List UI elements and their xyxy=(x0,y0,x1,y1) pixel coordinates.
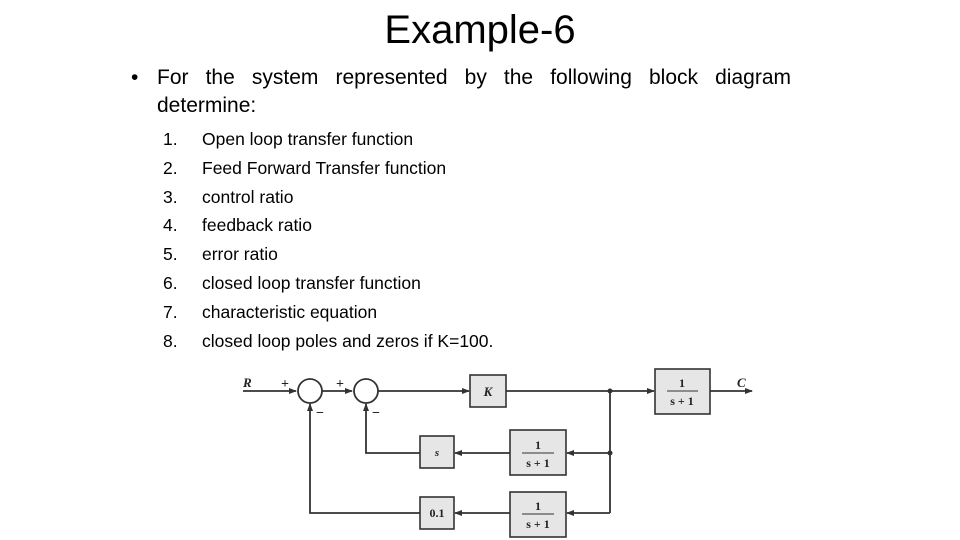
outer-gain-label: 0.1 xyxy=(430,506,445,520)
sum2-plus-sign: + xyxy=(336,377,344,392)
output-label: C xyxy=(737,375,746,390)
summing-junction-2 xyxy=(353,378,379,404)
inner-filter-denominator: s + 1 xyxy=(526,456,550,470)
outer-feedback-wire-c xyxy=(307,403,420,514)
block-diagram: R + − + − K 1 s + 1 C 1 s + 1 s 1 s + 1 … xyxy=(242,368,753,538)
plant-numerator: 1 xyxy=(679,376,685,390)
input-label: R xyxy=(242,375,252,390)
summing-junction-1 xyxy=(297,378,323,404)
sum2-minus-sign: − xyxy=(372,406,380,421)
inner-filter-numerator: 1 xyxy=(535,438,541,452)
outer-filter-numerator: 1 xyxy=(535,499,541,513)
inner-gain-label: s xyxy=(434,447,439,459)
sum1-plus-sign: + xyxy=(281,377,289,392)
plant-denominator: s + 1 xyxy=(670,394,694,408)
outer-filter-denominator: s + 1 xyxy=(526,517,550,531)
sum1-minus-sign: − xyxy=(316,406,324,421)
forward-gain-label: K xyxy=(483,384,494,399)
